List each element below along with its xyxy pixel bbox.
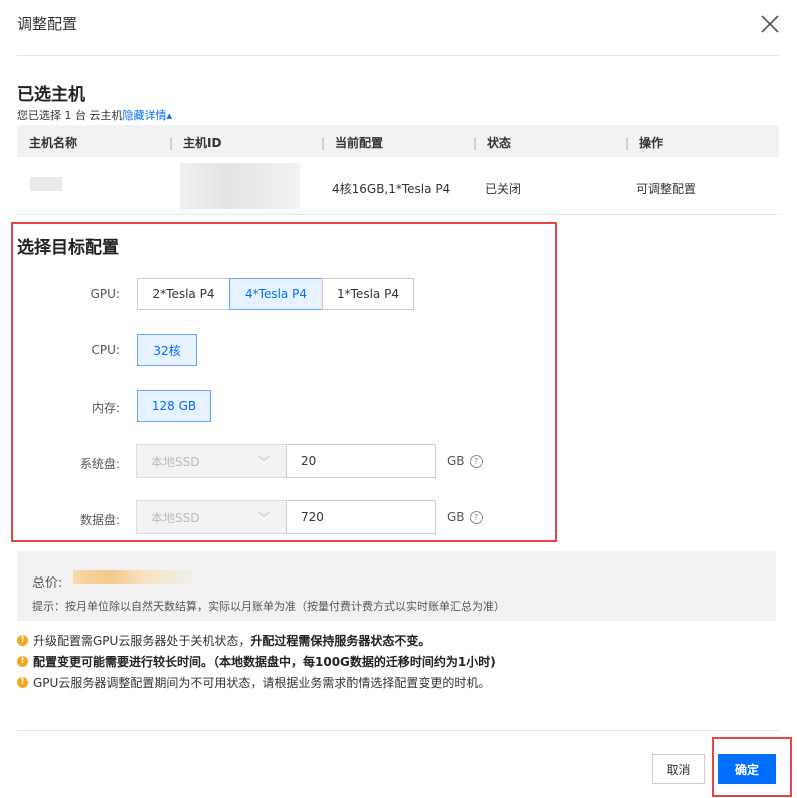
total-price-redacted	[73, 570, 193, 584]
gpu-option-2x[interactable]: 2*Tesla P4	[137, 278, 230, 310]
summary-text: 您已选择 1 台 云主机	[17, 109, 123, 122]
host-id-redacted	[180, 163, 300, 209]
hide-details-link[interactable]: 隐藏详情▴	[123, 109, 173, 122]
row-status: 已关闭	[485, 182, 522, 196]
help-icon[interactable]: ?	[469, 455, 483, 468]
warning-item: ! GPU云服务器调整配置期间为不可用状态，请根据业务需求酌情选择配置变更的时机…	[17, 674, 490, 691]
cpu-label: CPU:	[91, 343, 120, 357]
row-current-config: 4核16GB,1*Tesla P4	[332, 182, 451, 196]
footer-divider	[17, 730, 780, 731]
selected-hosts-heading: 已选主机	[17, 85, 85, 105]
billing-tip: 提示：按月单位除以自然天数结算，实际以月账单为准（按量付费计费方式以实时账单汇总…	[32, 600, 505, 613]
table-bottom-divider	[17, 214, 780, 215]
close-icon[interactable]	[758, 12, 782, 36]
col-status: | 状态	[473, 136, 512, 150]
help-icon[interactable]: ?	[469, 511, 483, 524]
gpu-option-1x[interactable]: 1*Tesla P4	[322, 278, 414, 310]
col-host-id: | 主机ID	[169, 136, 222, 150]
memory-label: 内存:	[91, 401, 120, 415]
total-price-label: 总价:	[32, 576, 63, 591]
system-disk-type-value: 本地SSD	[151, 454, 200, 469]
gpu-option-4x[interactable]: 4*Tesla P4	[229, 278, 323, 310]
hosts-table-header: 主机名称 | 主机ID | 当前配置 | 状态 | 操作	[17, 125, 779, 157]
dialog-title: 调整配置	[17, 15, 78, 33]
data-disk-unit: GB?	[447, 510, 483, 524]
target-config-highlight	[11, 222, 557, 542]
col-host-name: 主机名称	[29, 136, 78, 150]
warning-icon: !	[17, 635, 28, 646]
data-disk-type-select[interactable]: 本地SSD ﹀	[136, 500, 287, 534]
system-disk-label: 系统盘:	[79, 457, 120, 471]
confirm-highlight	[712, 737, 792, 797]
system-disk-unit: GB?	[447, 454, 483, 468]
memory-option-128[interactable]: 128 GB	[137, 390, 211, 422]
warning-item: ! 配置变更可能需要进行较长时间。（本地数据盘中，每100G数据的迁移时间约为1…	[17, 653, 496, 670]
system-disk-size-input[interactable]: 20	[286, 444, 436, 478]
data-disk-size-input[interactable]: 720	[286, 500, 436, 534]
row-action: 可调整配置	[636, 182, 697, 196]
chevron-down-icon: ﹀	[257, 511, 270, 525]
gpu-label: GPU:	[90, 287, 120, 301]
col-current-config: | 当前配置	[321, 136, 384, 150]
data-disk-label: 数据盘:	[79, 513, 120, 527]
cpu-option-32[interactable]: 32核	[137, 334, 197, 366]
chevron-down-icon: ﹀	[257, 455, 270, 469]
data-disk-type-value: 本地SSD	[151, 510, 200, 525]
cancel-button[interactable]: 取消	[652, 754, 705, 784]
header-divider	[17, 55, 780, 56]
col-action: | 操作	[625, 136, 664, 150]
selected-hosts-summary: 您已选择 1 台 云主机隐藏详情▴	[17, 107, 172, 123]
system-disk-type-select[interactable]: 本地SSD ﹀	[136, 444, 287, 478]
warning-item: ! 升级配置需GPU云服务器处于关机状态， 升配过程需保持服务器状态不变。	[17, 632, 430, 649]
target-config-heading: 选择目标配置	[17, 238, 119, 258]
host-name-redacted	[30, 177, 62, 191]
warning-icon: !	[17, 656, 28, 667]
warning-icon: !	[17, 677, 28, 688]
